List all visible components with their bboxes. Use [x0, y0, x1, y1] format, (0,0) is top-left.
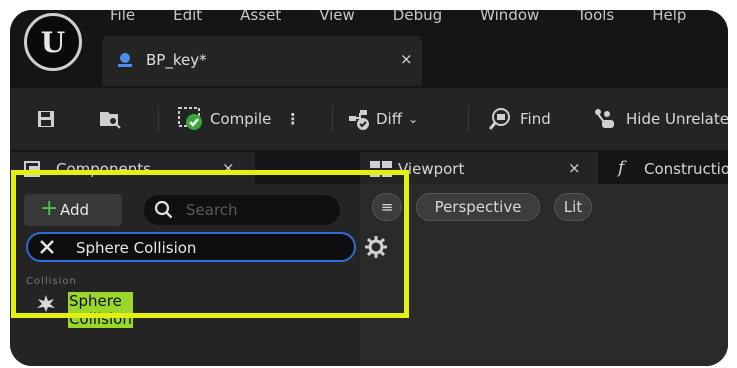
lit-button[interactable]: Lit — [554, 193, 592, 221]
menu-file[interactable]: File — [110, 10, 135, 32]
viewport-area[interactable]: ≡ Perspective Lit — [360, 184, 728, 366]
toolbar: Compile ⋮ Diff ⌄ Find Hide Unrelated — [10, 88, 728, 150]
function-icon: f — [618, 158, 625, 178]
construction-script-tab[interactable]: f Construction Script — [612, 152, 728, 184]
diff-icon — [349, 110, 369, 130]
browse-button[interactable] — [98, 105, 122, 133]
menu-window[interactable]: Window — [480, 10, 539, 32]
diff-label: Diff — [376, 110, 403, 128]
menu-edit[interactable]: Edit — [173, 10, 202, 32]
document-tab[interactable]: BP_key* × — [102, 36, 422, 86]
menu-view[interactable]: View — [319, 10, 355, 32]
menu-bar: File Edit Asset View Debug Window Tools … — [110, 10, 724, 32]
compile-button[interactable]: Compile ⋮ — [178, 105, 300, 133]
menu-help[interactable]: Help — [652, 10, 686, 32]
document-title: BP_key* — [146, 51, 207, 69]
diff-button[interactable]: Diff ⌄ — [348, 105, 418, 133]
hide-unrelated-label: Hide Unrelated — [626, 110, 728, 128]
hide-unrelated-icon — [595, 109, 614, 128]
construction-tab-label: Construction Script — [644, 160, 728, 178]
hide-unrelated-button[interactable]: Hide Unrelated — [594, 105, 728, 133]
find-button[interactable]: Find — [488, 105, 551, 133]
compile-label: Compile — [210, 110, 272, 128]
blueprint-actor-icon — [116, 51, 134, 69]
highlight-box — [11, 170, 409, 318]
compile-status-icon — [178, 107, 202, 130]
close-viewport-icon[interactable]: × — [568, 159, 581, 177]
folder-search-icon — [100, 112, 121, 129]
find-icon — [488, 108, 510, 130]
compile-options-icon[interactable]: ⋮ — [285, 110, 300, 128]
viewport-panel: Viewport × f Construction Script ≡ Persp… — [360, 150, 728, 366]
perspective-button[interactable]: Perspective — [416, 193, 540, 221]
unreal-logo-icon[interactable]: U — [24, 13, 82, 71]
title-bar: U File Edit Asset View Debug Window Tool… — [10, 10, 728, 88]
close-tab-icon[interactable]: × — [400, 50, 413, 68]
menu-asset[interactable]: Asset — [240, 10, 281, 32]
chevron-down-icon: ⌄ — [408, 112, 419, 126]
find-label: Find — [520, 110, 551, 128]
menu-tools[interactable]: Tools — [577, 10, 614, 32]
menu-debug[interactable]: Debug — [393, 10, 442, 32]
lit-label: Lit — [563, 198, 583, 216]
perspective-label: Perspective — [434, 198, 522, 216]
save-icon — [38, 111, 54, 127]
save-button[interactable] — [36, 105, 56, 133]
